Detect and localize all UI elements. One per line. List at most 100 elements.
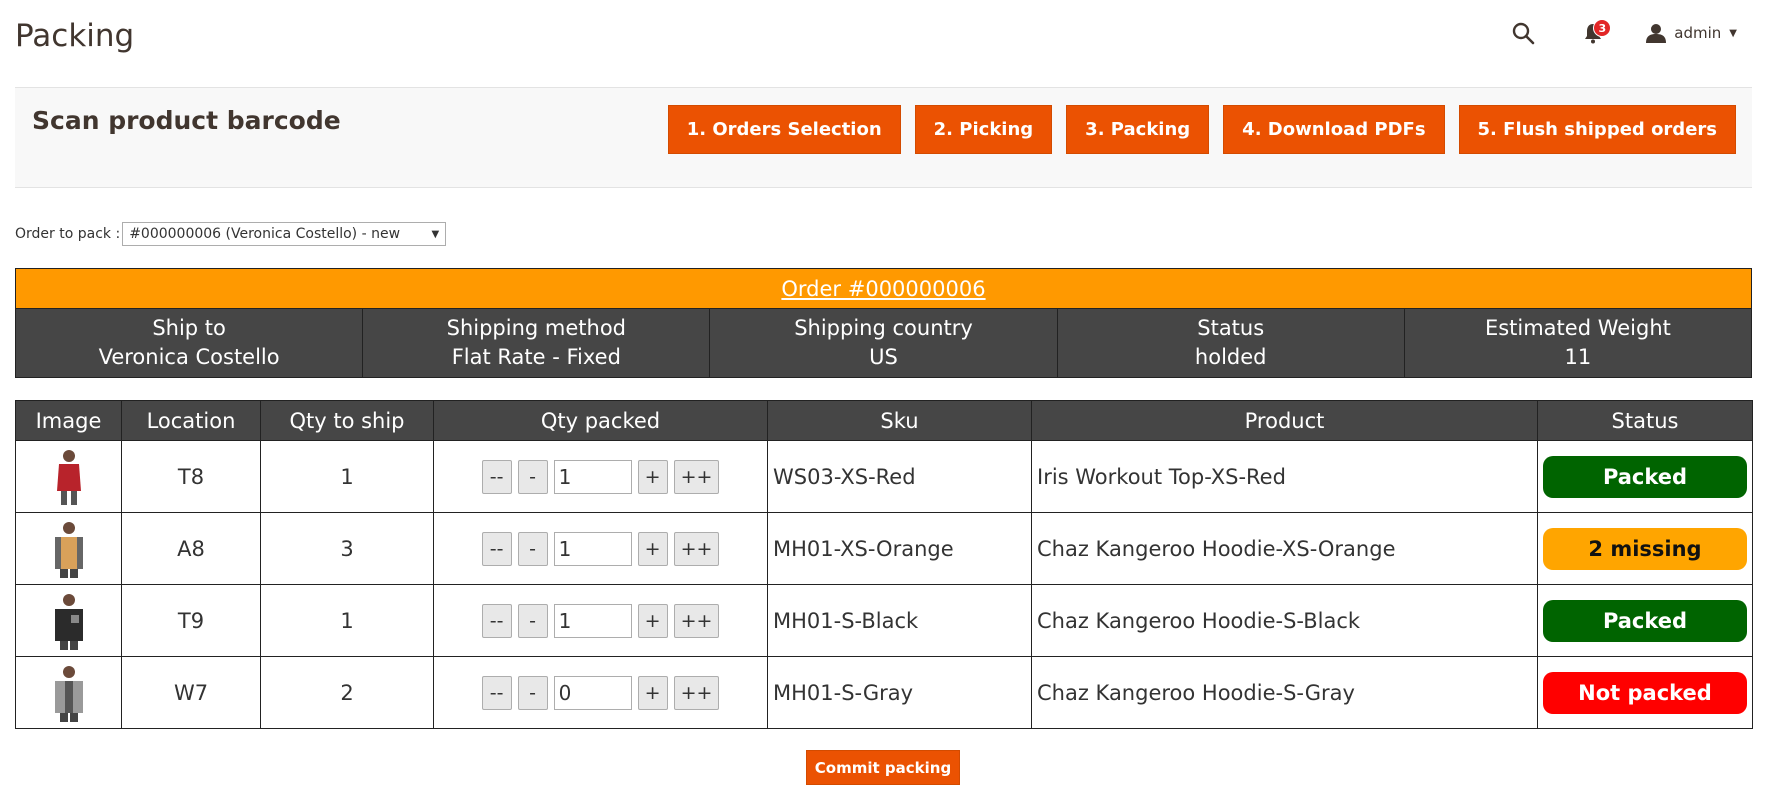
order-header: Order #000000006 Ship to Veronica Costel… — [15, 268, 1752, 378]
info-value: Veronica Costello — [98, 345, 280, 369]
order-title-bar: Order #000000006 — [16, 269, 1751, 309]
qty-to-ship-cell: 2 — [260, 656, 434, 729]
increase-button[interactable]: + — [637, 675, 668, 710]
increase-all-button[interactable]: ++ — [673, 459, 720, 494]
workflow-steps: 1. Orders Selection 2. Picking 3. Packin… — [667, 105, 1736, 154]
column-header: Qty to ship — [260, 400, 434, 441]
location-cell: A8 — [121, 512, 261, 585]
decrease-button[interactable]: - — [517, 459, 548, 494]
quantity-stepper: -- - 1 + ++ — [434, 603, 767, 638]
info-label: Ship to — [152, 316, 226, 340]
location-cell: W7 — [121, 656, 261, 729]
user-menu[interactable]: admin ▼ — [1646, 23, 1737, 43]
table-row: T9 1 -- - 1 + ++ MH01-S-Black Chaz Kange… — [15, 584, 1753, 657]
status-badge: Not packed — [1543, 671, 1747, 714]
product-cell: Chaz Kangeroo Hoodie-S-Gray — [1031, 656, 1538, 729]
info-value: holded — [1194, 345, 1267, 369]
decrease-button[interactable]: - — [517, 603, 548, 638]
notifications-bell-icon[interactable]: 3 — [1580, 18, 1612, 48]
ship-to-cell: Ship to Veronica Costello — [16, 309, 364, 377]
column-header: Qty packed — [433, 400, 768, 441]
decrease-all-button[interactable]: -- — [481, 675, 512, 710]
product-image-cell — [15, 512, 122, 585]
qty-packed-input[interactable]: 1 — [553, 531, 632, 566]
sku-cell: WS03-XS-Red — [767, 440, 1032, 513]
qty-packed-cell: -- - 0 + ++ — [433, 656, 768, 729]
info-value: Flat Rate - Fixed — [451, 345, 621, 369]
product-image-cell — [15, 584, 122, 657]
qty-packed-input[interactable]: 0 — [553, 675, 632, 710]
location-cell: T8 — [121, 440, 261, 513]
quantity-stepper: -- - 1 + ++ — [434, 531, 767, 566]
info-label: Shipping country — [794, 316, 973, 340]
decrease-all-button[interactable]: -- — [481, 603, 512, 638]
product-cell: Chaz Kangeroo Hoodie-S-Black — [1031, 584, 1538, 657]
page-title: Packing — [15, 18, 135, 54]
decrease-all-button[interactable]: -- — [481, 531, 512, 566]
qty-packed-input[interactable]: 1 — [553, 459, 632, 494]
product-thumbnail — [54, 593, 83, 650]
order-link[interactable]: Order #000000006 — [781, 277, 985, 301]
product-image-cell — [15, 656, 122, 729]
status-badge: 2 missing — [1543, 527, 1747, 570]
info-value: 11 — [1564, 345, 1592, 369]
qty-packed-cell: -- - 1 + ++ — [433, 584, 768, 657]
status-badge: Packed — [1543, 455, 1747, 498]
status-cell: 2 missing — [1537, 512, 1753, 585]
qty-packed-cell: -- - 1 + ++ — [433, 512, 768, 585]
status-cell: Packed — [1537, 440, 1753, 513]
flush-shipped-orders-button[interactable]: 5. Flush shipped orders — [1458, 105, 1736, 154]
column-header: Status — [1537, 400, 1753, 441]
table-row: T8 1 -- - 1 + ++ WS03-XS-Red Iris Workou… — [15, 440, 1753, 513]
header-actions: 3 admin ▼ — [1508, 18, 1737, 48]
picking-button[interactable]: 2. Picking — [914, 105, 1053, 154]
product-thumbnail — [54, 521, 83, 578]
product-thumbnail — [56, 449, 81, 505]
qty-packed-cell: -- - 1 + ++ — [433, 440, 768, 513]
search-icon[interactable] — [1508, 18, 1538, 48]
increase-all-button[interactable]: ++ — [673, 603, 720, 638]
qty-to-ship-cell: 1 — [260, 584, 434, 657]
shipping-country-cell: Shipping country US — [710, 309, 1058, 377]
commit-packing-button[interactable]: Commit packing — [806, 750, 960, 785]
table-header-row: Image Location Qty to ship Qty packed Sk… — [15, 400, 1753, 441]
product-thumbnail — [54, 665, 83, 722]
increase-button[interactable]: + — [637, 531, 668, 566]
decrease-button[interactable]: - — [517, 675, 548, 710]
orders-selection-button[interactable]: 1. Orders Selection — [667, 105, 901, 154]
download-pdfs-button[interactable]: 4. Download PDFs — [1223, 105, 1445, 154]
increase-all-button[interactable]: ++ — [673, 531, 720, 566]
decrease-button[interactable]: - — [517, 531, 548, 566]
column-header: Image — [15, 400, 122, 441]
column-header: Product — [1031, 400, 1538, 441]
estimated-weight-cell: Estimated Weight 11 — [1405, 309, 1751, 377]
table-row: W7 2 -- - 0 + ++ MH01-S-Gray Chaz Kanger… — [15, 656, 1753, 729]
order-select[interactable]: #000000006 (Veronica Costello) - new ▼ — [122, 222, 447, 246]
increase-all-button[interactable]: ++ — [673, 675, 720, 710]
increase-button[interactable]: + — [637, 459, 668, 494]
order-info: Ship to Veronica Costello Shipping metho… — [16, 309, 1751, 377]
user-name: admin — [1674, 24, 1722, 42]
decrease-all-button[interactable]: -- — [481, 459, 512, 494]
table-row: A8 3 -- - 1 + ++ MH01-XS-Orange Chaz Kan… — [15, 512, 1753, 585]
info-label: Status — [1197, 316, 1265, 340]
qty-packed-input[interactable]: 1 — [553, 603, 632, 638]
order-select-label: Order to pack : — [15, 226, 121, 242]
status-badge: Packed — [1543, 599, 1747, 642]
notifications-count-badge: 3 — [1593, 19, 1612, 37]
product-thumbnail-shape — [56, 463, 81, 491]
column-header: Location — [121, 400, 261, 441]
packing-button[interactable]: 3. Packing — [1066, 105, 1210, 154]
increase-button[interactable]: + — [637, 603, 668, 638]
info-label: Estimated Weight — [1484, 316, 1671, 340]
sku-cell: MH01-S-Gray — [767, 656, 1032, 729]
scan-barcode-title: Scan product barcode — [32, 106, 341, 135]
info-label: Shipping method — [446, 316, 626, 340]
qty-to-ship-cell: 3 — [260, 512, 434, 585]
quantity-stepper: -- - 0 + ++ — [434, 675, 767, 710]
sku-cell: MH01-S-Black — [767, 584, 1032, 657]
order-select-row: Order to pack : #000000006 (Veronica Cos… — [15, 222, 447, 246]
sku-cell: MH01-XS-Orange — [767, 512, 1032, 585]
status-cell: Packed — [1537, 584, 1753, 657]
order-select-value: #000000006 (Veronica Costello) - new — [129, 226, 401, 242]
